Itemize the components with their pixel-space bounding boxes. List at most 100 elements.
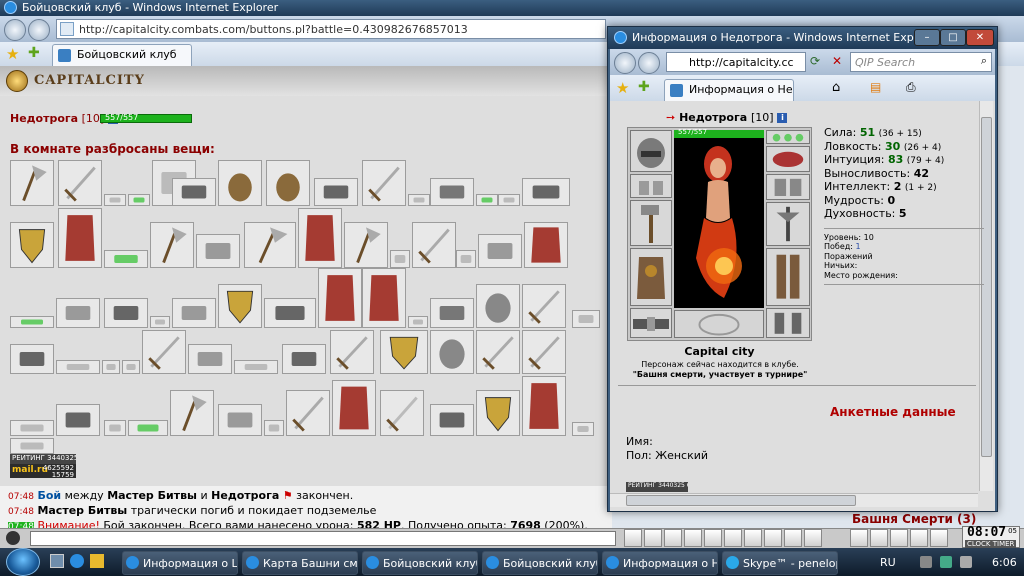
item-belt[interactable] (264, 298, 316, 328)
item-sword[interactable] (362, 160, 406, 206)
popup-back-button[interactable] (614, 52, 636, 74)
skull-icon[interactable] (850, 529, 868, 547)
chat-input[interactable] (30, 531, 616, 546)
item-gloves[interactable] (478, 234, 522, 268)
item-shield[interactable] (380, 330, 428, 374)
item-sword[interactable] (286, 390, 330, 436)
item-belt[interactable] (172, 178, 216, 206)
person-icon[interactable] (890, 529, 908, 547)
main-tab[interactable]: Бойцовский клуб (52, 44, 192, 66)
start-button[interactable] (6, 548, 40, 576)
item-gloves[interactable] (172, 298, 216, 328)
close-button[interactable]: ✕ (966, 29, 994, 46)
smile-icon[interactable] (784, 529, 802, 547)
item-small[interactable] (10, 438, 54, 454)
item-sword[interactable] (142, 330, 186, 374)
show-desktop-icon[interactable] (50, 554, 64, 568)
item-gloves[interactable] (56, 298, 100, 328)
item-ring[interactable] (128, 194, 150, 206)
clock-button[interactable]: CLOCK TIMER (965, 540, 1017, 548)
weapon-slot[interactable] (630, 200, 672, 246)
taskbar-item[interactable]: Карта Башни смер... (242, 551, 358, 575)
item-belt[interactable] (10, 344, 54, 374)
taskbar-item[interactable]: Бойцовский клуб -... (362, 551, 478, 575)
item-belt[interactable] (430, 404, 474, 436)
item-axe[interactable] (244, 222, 296, 268)
taskbar-item[interactable]: Информация о Liv... (122, 551, 238, 575)
item-armor[interactable] (318, 268, 362, 328)
tower-label[interactable]: Башня Смерти (3) (852, 512, 976, 526)
item-small[interactable] (150, 316, 170, 328)
chat-battle-link[interactable]: Бой (37, 489, 61, 502)
taskbar-clock[interactable]: 6:06 (992, 556, 1017, 569)
clear-icon[interactable] (644, 529, 662, 547)
item-axe[interactable] (170, 390, 214, 436)
main-address-bar[interactable]: http://capitalcity.combats.com/buttons.p… (56, 19, 606, 39)
add-favorite-icon[interactable]: ✚ (28, 45, 40, 61)
ring-slot[interactable] (766, 130, 810, 144)
bracers-slot[interactable] (630, 174, 672, 198)
item-small[interactable] (104, 420, 126, 436)
item-armor[interactable] (524, 222, 568, 268)
text-icon[interactable] (764, 529, 782, 547)
helmet-slot[interactable] (630, 130, 672, 172)
tray-volume-icon[interactable] (960, 556, 972, 568)
chat-name[interactable]: Мастер Битвы (37, 504, 127, 517)
gloves-slot[interactable] (766, 174, 810, 200)
item-armor[interactable] (58, 208, 102, 268)
item-armor[interactable] (522, 376, 566, 436)
item-belt[interactable] (56, 404, 100, 436)
item-armor[interactable] (332, 380, 376, 436)
item-ring[interactable] (128, 420, 168, 436)
amulet-slot[interactable] (766, 146, 810, 172)
item-gloves[interactable] (218, 404, 262, 436)
item-axe[interactable] (344, 222, 388, 268)
item-small[interactable] (56, 360, 100, 374)
item-dagger[interactable] (380, 390, 424, 436)
item-bag[interactable] (218, 160, 262, 206)
tray-icon[interactable] (920, 556, 932, 568)
item-belt[interactable] (282, 344, 326, 374)
hscroll-thumb[interactable] (626, 495, 856, 506)
minimize-button[interactable]: – (914, 29, 940, 46)
popup-add-favorite-icon[interactable]: ✚ (638, 79, 650, 95)
item-ring[interactable] (10, 316, 54, 328)
item-gloves[interactable] (196, 234, 240, 268)
quicklaunch-ie-icon[interactable] (70, 554, 84, 568)
taskbar-item[interactable]: Skype™ - penelope5... (722, 551, 838, 575)
item-belt[interactable] (522, 178, 570, 206)
item-sword[interactable] (522, 330, 566, 374)
user-icon[interactable] (6, 531, 20, 545)
item-small[interactable] (572, 422, 594, 436)
taskbar-item[interactable]: Бойцовский клуб -... (482, 551, 598, 575)
home-icon[interactable]: ⌂ (832, 80, 840, 95)
save-icon[interactable] (684, 529, 702, 547)
belt-slot[interactable] (630, 308, 672, 338)
list-icon[interactable] (744, 529, 762, 547)
item-sword[interactable] (330, 330, 374, 374)
chat-name[interactable]: Недотрога (211, 489, 279, 502)
item-small[interactable] (10, 420, 54, 436)
filter-icon[interactable] (664, 529, 682, 547)
item-small[interactable] (104, 194, 126, 206)
item-shield[interactable] (10, 222, 54, 268)
chat-name[interactable]: Мастер Битвы (107, 489, 197, 502)
leggings-slot[interactable] (766, 248, 810, 306)
item-small[interactable] (456, 250, 476, 268)
popup-search-input[interactable]: QIP Search ⌕ (850, 52, 992, 72)
forward-button[interactable] (28, 19, 50, 41)
item-boots[interactable] (430, 178, 474, 206)
item-small[interactable] (390, 250, 410, 268)
item-axe[interactable] (10, 160, 54, 206)
enter-icon[interactable] (624, 529, 642, 547)
maximize-button[interactable]: □ (940, 29, 966, 46)
item-armor[interactable] (298, 208, 342, 268)
item-shield[interactable] (218, 284, 262, 328)
print-icon[interactable]: ⎙ (906, 80, 916, 95)
taskbar-item[interactable]: Информация о Не... (602, 551, 718, 575)
mail-counter[interactable]: mail.ru 4625592 15759 (10, 464, 76, 479)
favorites-star-icon[interactable]: ★ (6, 45, 19, 63)
item-axe[interactable] (150, 222, 194, 268)
item-small[interactable] (264, 420, 284, 436)
item-belt[interactable] (314, 178, 358, 206)
